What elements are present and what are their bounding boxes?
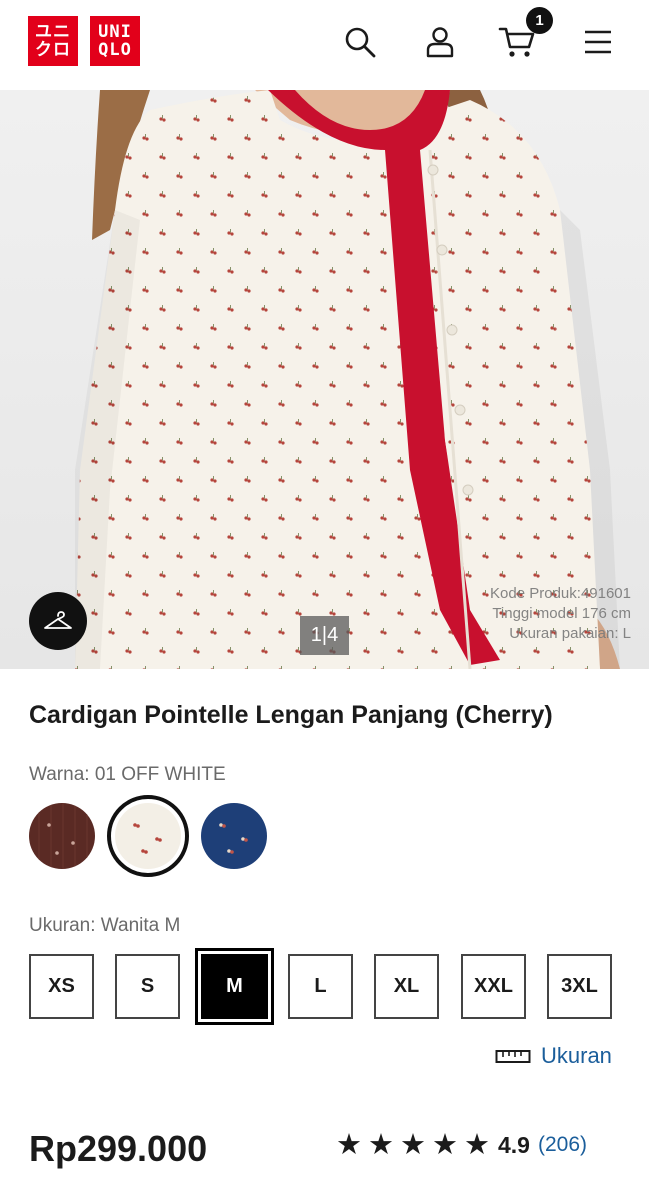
brown-swatch-fabric (29, 803, 95, 869)
site-header: ユニ クロ UNI QLO 1 (0, 0, 649, 90)
cart-count-badge: 1 (526, 7, 553, 34)
color-swatch-navy[interactable] (201, 803, 267, 869)
user-icon (426, 27, 454, 58)
navy-swatch-fabric (201, 803, 267, 869)
menu-button[interactable] (576, 20, 620, 64)
star-icon: ★ (432, 1128, 458, 1161)
image-pager: 1|4 (300, 616, 349, 655)
product-rating[interactable]: ★ ★ ★ ★ ★ 4.9 (206) (336, 1128, 587, 1162)
size-guide-label: Ukuran (541, 1043, 612, 1068)
search-icon (345, 27, 376, 58)
size-guide-link[interactable]: Ukuran (495, 1042, 612, 1070)
product-image-carousel[interactable]: 1|4 Kode Produk:491601 Tinggi model 176 … (0, 90, 649, 669)
size-option-xxl[interactable]: XXL (461, 954, 526, 1019)
product-price: Rp299.000 (29, 1128, 208, 1169)
menu-icon (585, 30, 611, 54)
size-option-s[interactable]: S (115, 954, 180, 1019)
search-button[interactable] (338, 20, 382, 64)
star-icon: ★ (336, 1128, 362, 1161)
rating-value: 4.9 (498, 1131, 530, 1158)
star-icon: ★ (400, 1128, 426, 1161)
color-swatch-off-white[interactable] (115, 803, 181, 869)
size-option-3xl[interactable]: 3XL (547, 954, 612, 1019)
size-option-xl[interactable]: XL (374, 954, 439, 1019)
size-option-xs[interactable]: XS (29, 954, 94, 1019)
product-code-text: Kode Produk:491601 (490, 585, 631, 602)
uniqlo-logo-latin[interactable]: UNI QLO (90, 16, 140, 66)
logo-katakana-text: ユニ クロ (35, 22, 71, 60)
uniqlo-logo-katakana[interactable]: ユニ クロ (28, 16, 78, 66)
account-button[interactable] (418, 20, 462, 64)
product-title: Cardigan Pointelle Lengan Panjang (Cherr… (29, 701, 553, 729)
rating-stars: ★ ★ ★ ★ ★ (336, 1128, 490, 1161)
off-white-swatch-fabric (115, 803, 181, 869)
hanger-icon (44, 611, 72, 629)
size-worn-text: Ukuran pakaian: L (509, 625, 631, 642)
product-photo (0, 90, 649, 669)
star-icon: ★ (368, 1128, 394, 1161)
virtual-fitting-button[interactable] (29, 592, 87, 650)
logo-latin-text: UNI QLO (98, 22, 132, 60)
size-option-l[interactable]: L (288, 954, 353, 1019)
color-label: Warna: 01 OFF WHITE (29, 764, 226, 785)
size-label: Ukuran: Wanita M (29, 915, 181, 936)
model-height-text: Tinggi model 176 cm (492, 605, 631, 622)
model-info: Kode Produk:491601 Tinggi model 176 cm U… (490, 584, 631, 644)
star-icon: ★ (464, 1128, 490, 1161)
color-swatch-brown[interactable] (29, 803, 95, 869)
review-count-link[interactable]: (206) (538, 1133, 587, 1157)
ruler-icon (495, 1050, 531, 1063)
size-option-m[interactable]: M (195, 948, 274, 1025)
